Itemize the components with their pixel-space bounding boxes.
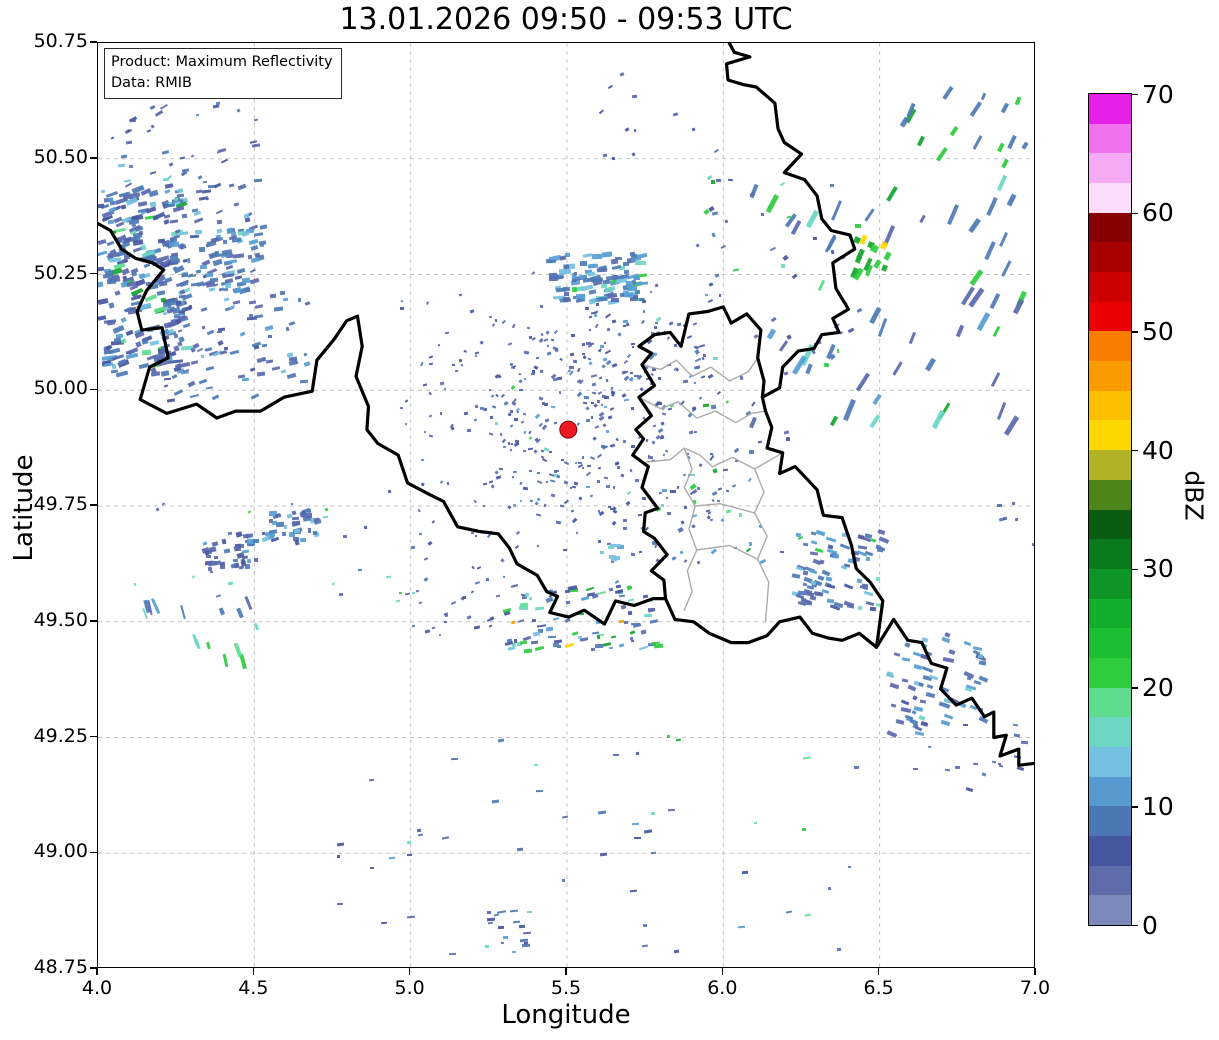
colorbar: [1088, 93, 1132, 926]
y-tick-label: 48.75: [33, 955, 88, 978]
x-tickmark: [721, 968, 724, 975]
radar-map-figure: 13.01.2026 09:50 - 09:53 UTC Product: Ma…: [0, 0, 1219, 1040]
colorbar-tick-label: 0: [1142, 910, 1158, 940]
y-tickmark: [90, 851, 97, 853]
colorbar-tick-label: 20: [1142, 673, 1174, 703]
colorbar-tick-label: 30: [1142, 554, 1174, 584]
x-tick-label: 6.5: [863, 977, 894, 999]
y-tick-label: 50.50: [33, 145, 88, 168]
country-border: [631, 305, 766, 601]
y-axis-label: Latitude: [9, 454, 39, 562]
colorbar-tickmark: [1131, 93, 1138, 96]
canton-border: [694, 503, 756, 514]
colorbar-segment: [1089, 301, 1131, 332]
colorbar-segment: [1089, 716, 1131, 747]
borders-layer: [98, 43, 1034, 767]
colorbar-tickmark: [1131, 687, 1138, 689]
colorbar-segment: [1089, 390, 1131, 421]
colorbar-segment: [1089, 538, 1131, 569]
canton-border: [683, 447, 698, 611]
colorbar-tickmark: [1131, 449, 1138, 452]
colorbar-segment: [1089, 894, 1131, 925]
x-axis-label: Longitude: [501, 1000, 631, 1030]
canton-border: [641, 357, 759, 382]
colorbar-tick-label: 70: [1142, 79, 1174, 109]
colorbar-tick-label: 60: [1142, 198, 1174, 228]
y-tickmark: [90, 735, 97, 738]
colorbar-tickmark: [1131, 212, 1138, 215]
colorbar-segment: [1089, 449, 1131, 480]
x-tick-label: 5.5: [550, 977, 582, 999]
radar-site-marker: [559, 420, 578, 439]
colorbar-segment: [1089, 865, 1131, 896]
y-tickmark: [90, 388, 97, 390]
colorbar-segment: [1089, 568, 1131, 599]
colorbar-tickmark: [1131, 806, 1138, 808]
colorbar-label: dBZ: [1179, 470, 1209, 521]
colorbar-segment: [1089, 93, 1131, 124]
colorbar-tickmark: [1131, 331, 1138, 333]
country-border: [724, 43, 885, 649]
colorbar-segment: [1089, 330, 1131, 362]
y-tick-label: 50.25: [33, 261, 88, 284]
product-info-box: Product: Maximum Reflectivity Data: RMIB: [104, 48, 342, 100]
canton-border: [638, 396, 767, 424]
x-tickmark: [408, 968, 411, 975]
colorbar-segment: [1089, 479, 1131, 510]
colorbar-segment: [1089, 598, 1131, 629]
x-tickmark: [252, 968, 255, 975]
colorbar-tick-label: 10: [1142, 791, 1174, 821]
colorbar-segment: [1089, 182, 1131, 213]
colorbar-segment: [1089, 776, 1131, 807]
y-tickmark: [90, 272, 97, 275]
colorbar-segment: [1089, 152, 1131, 184]
y-tickmark: [90, 620, 97, 622]
colorbar-segment: [1089, 805, 1131, 836]
colorbar-tick-label: 50: [1142, 316, 1174, 346]
figure-title: 13.01.2026 09:50 - 09:53 UTC: [339, 2, 793, 37]
map-plot-area: Product: Maximum Reflectivity Data: RMIB: [97, 42, 1035, 968]
x-tickmark: [565, 968, 567, 975]
colorbar-segment: [1089, 657, 1131, 688]
colorbar-segment: [1089, 212, 1131, 243]
y-tick-label: 49.00: [33, 840, 88, 863]
x-tickmark: [1034, 968, 1036, 975]
y-tick-label: 49.25: [33, 724, 88, 747]
colorbar-segment: [1089, 687, 1131, 718]
canton-border: [753, 468, 770, 623]
x-tickmark: [877, 968, 880, 975]
colorbar-segment: [1089, 123, 1131, 154]
colorbar-tickmark: [1131, 568, 1138, 571]
x-tick-label: 4.0: [81, 977, 113, 999]
y-tickmark: [90, 967, 97, 969]
y-tickmark: [90, 157, 97, 159]
canton-border: [696, 544, 759, 560]
x-tick-label: 5.0: [394, 977, 425, 999]
y-tick-label: 50.75: [33, 29, 88, 52]
x-tick-label: 4.5: [238, 977, 269, 999]
y-tickmark: [90, 41, 97, 43]
x-tick-label: 7.0: [1019, 977, 1051, 999]
colorbar-segment: [1089, 419, 1131, 451]
country-border: [98, 222, 1034, 767]
colorbar-segment: [1089, 746, 1131, 777]
colorbar-segment: [1089, 241, 1131, 273]
y-tickmark: [90, 504, 97, 506]
colorbar-tick-label: 40: [1142, 435, 1174, 465]
colorbar-segment: [1089, 627, 1131, 658]
product-info-line1: Product: Maximum Reflectivity: [111, 54, 333, 70]
colorbar-segment: [1089, 835, 1131, 866]
canton-border: [646, 447, 784, 470]
colorbar-segment: [1089, 509, 1131, 540]
product-info-line2: Data: RMIB: [111, 75, 192, 92]
colorbar-segment: [1089, 360, 1131, 391]
colorbar-tickmark: [1131, 924, 1138, 927]
x-tickmark: [96, 968, 98, 975]
y-tick-label: 50.00: [33, 377, 88, 400]
x-tick-label: 6.0: [707, 977, 738, 999]
y-tick-label: 49.50: [33, 608, 88, 631]
colorbar-segment: [1089, 271, 1131, 302]
